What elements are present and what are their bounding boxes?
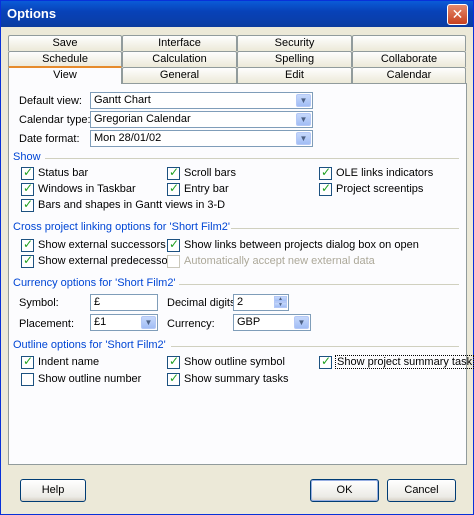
checkbox-label: Entry bar [184,183,229,195]
checkbox-label: Scroll bars [184,167,236,179]
currency-heading: Currency options for 'Short Film2' [13,277,176,289]
show-heading: Show [13,151,41,163]
checkbox-label: OLE links indicators [336,167,434,179]
tab-save[interactable]: Save [8,35,122,51]
window-title: Options [7,6,57,21]
symbol-input[interactable]: £ [90,294,158,311]
chevron-down-icon[interactable]: ▼ [296,113,311,126]
close-icon[interactable]: ✕ [447,4,468,25]
checkbox-box[interactable] [319,354,332,369]
currency-divider [179,284,459,285]
currency-label: Currency: [167,318,215,330]
checkbox-box[interactable] [167,354,180,369]
checkbox-box[interactable] [21,181,34,196]
checkbox-label: Windows in Taskbar [38,183,136,195]
checkbox-box [167,255,180,268]
default-view-label: Default view: [19,95,82,107]
show-divider [45,158,459,159]
checkbox-label: Show outline number [38,373,142,385]
tab-spelling[interactable]: Spelling [237,51,352,67]
checkbox-label: Show external predecessors [38,255,177,267]
chevron-down-icon[interactable]: ▼ [296,132,311,145]
tab-blank [352,35,466,51]
default-view-select[interactable]: Gantt Chart ▼ [90,92,313,109]
checkbox-label: Show project summary task [334,355,474,369]
cross-project-divider [231,228,459,229]
default-view-value: Gantt Chart [94,94,151,106]
title-bar: Options ✕ [1,1,473,27]
checkbox-label: Indent name [38,356,100,368]
checkbox-box[interactable] [167,181,180,196]
decimal-digits-spinner[interactable]: ▲ ▼ [274,296,287,309]
checkbox-label: Show summary tasks [184,373,289,385]
date-format-select[interactable]: Mon 28/01/02 ▼ [90,130,313,147]
tab-security[interactable]: Security [237,35,352,51]
date-format-label: Date format: [19,133,80,145]
checkbox-box[interactable] [21,354,34,369]
tab-calculation[interactable]: Calculation [122,51,237,67]
checkbox-box[interactable] [167,165,180,180]
spin-down-icon[interactable]: ▼ [274,302,287,308]
checkbox-box[interactable] [21,237,34,252]
cross-project-heading: Cross project linking options for 'Short… [13,221,230,233]
checkbox-box[interactable] [319,181,332,196]
checkbox-box[interactable] [319,165,332,180]
chevron-down-icon[interactable]: ▼ [294,316,309,329]
checkbox-box[interactable] [21,197,34,212]
tab-schedule[interactable]: Schedule [8,51,122,67]
outline-divider [171,346,459,347]
decimal-digits-value: 2 [237,296,244,308]
options-dialog: Options ✕ Save Interface Security Schedu… [0,0,474,515]
checkbox-box[interactable] [167,371,180,386]
tab-row-3: View General Edit Calendar [8,66,467,84]
tab-row-1: Save Interface Security [8,35,467,51]
currency-value: GBP [237,316,261,328]
checkbox-label: Bars and shapes in Gantt views in 3-D [38,199,226,211]
symbol-label: Symbol: [19,297,59,309]
tab-interface[interactable]: Interface [122,35,237,51]
calendar-type-select[interactable]: Gregorian Calendar ▼ [90,111,313,128]
ok-button[interactable]: OK [310,479,379,502]
checkbox-label: Show outline symbol [184,356,285,368]
checkbox-box[interactable] [21,253,34,268]
checkbox-label: Project screentips [336,183,424,195]
calendar-type-value: Gregorian Calendar [94,113,191,125]
tab-general[interactable]: General [122,67,237,83]
checkbox-label: Show external successors [38,239,166,251]
tab-view[interactable]: View [8,66,122,84]
checkbox-box[interactable] [21,165,34,180]
tab-calendar[interactable]: Calendar [352,67,466,83]
checkbox-box[interactable] [21,373,34,386]
checkbox-label: Status bar [38,167,89,179]
chevron-down-icon[interactable]: ▼ [141,316,156,329]
calendar-type-label: Calendar type: [19,114,91,126]
outline-heading: Outline options for 'Short Film2' [13,339,166,351]
tab-edit[interactable]: Edit [237,67,352,83]
tab-row-2: Schedule Calculation Spelling Collaborat… [8,51,467,67]
tab-collaborate[interactable]: Collaborate [352,51,466,67]
placement-value: £1 [94,316,107,328]
checkbox-box[interactable] [167,237,180,252]
placement-select[interactable]: £1 ▼ [90,314,158,331]
chevron-down-icon[interactable]: ▼ [296,94,311,107]
date-format-value: Mon 28/01/02 [94,132,162,144]
decimal-digits-label: Decimal digits: [167,297,239,309]
currency-select[interactable]: GBP ▼ [233,314,311,331]
help-button[interactable]: Help [20,479,86,502]
decimal-digits-input[interactable]: 2 ▲ ▼ [233,294,289,311]
checkbox-label: Automatically accept new external data [184,255,375,267]
cancel-button[interactable]: Cancel [387,479,456,502]
placement-label: Placement: [19,318,75,330]
checkbox-label: Show links between projects dialog box o… [184,239,419,251]
